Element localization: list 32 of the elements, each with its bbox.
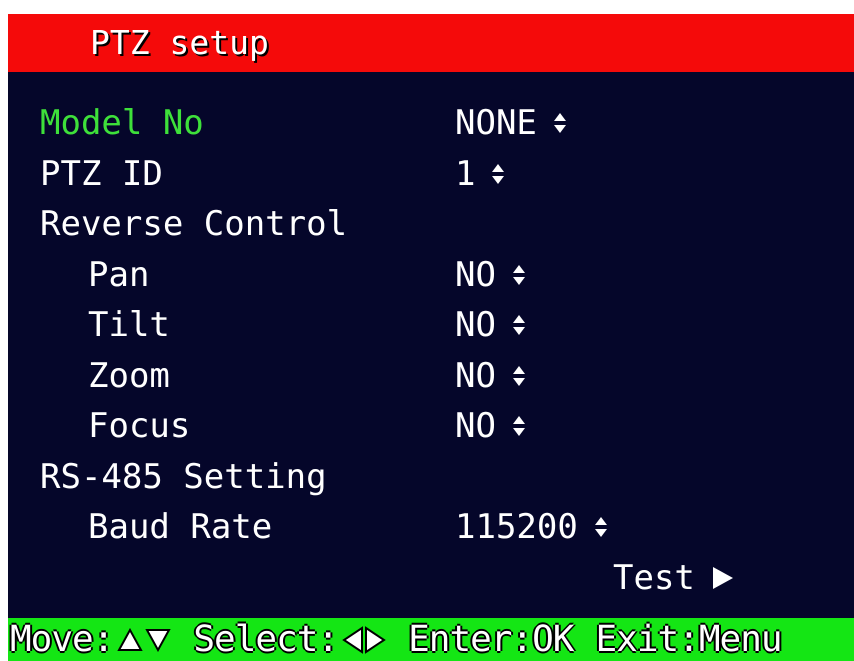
up-down-arrows-icon xyxy=(594,517,608,538)
up-down-arrows-icon xyxy=(512,264,526,285)
play-arrow-icon xyxy=(712,566,733,589)
setting-label: Zoom xyxy=(88,358,171,393)
up-down-arrows-icon xyxy=(491,164,506,184)
help-text: Exit:Menu xyxy=(595,622,782,658)
setting-value[interactable]: 1 xyxy=(455,156,476,191)
help-text: Move: xyxy=(10,622,114,658)
menu-title: PTZ setup xyxy=(90,22,269,64)
help-text: Select: xyxy=(193,622,338,658)
setting-label: Baud Rate xyxy=(88,510,274,544)
up-down-arrows-icon xyxy=(512,315,526,336)
setting-value[interactable]: NO xyxy=(455,258,496,292)
setting-label: Tilt xyxy=(88,308,171,342)
test-label[interactable]: Test xyxy=(613,560,695,595)
up-down-triangles-icon xyxy=(117,628,172,652)
setting-value[interactable]: NO xyxy=(455,308,496,342)
setting-label: PTZ ID xyxy=(40,156,164,191)
section-label: RS-485 Setting xyxy=(40,460,327,494)
help-text: Enter:OK xyxy=(408,622,574,658)
setting-value[interactable]: 115200 xyxy=(455,510,578,544)
section-label: Reverse Control xyxy=(40,207,348,242)
left-right-triangles-icon xyxy=(342,626,386,654)
up-down-arrows-icon xyxy=(512,366,526,386)
setting-value[interactable]: NONE xyxy=(455,106,537,140)
setting-value[interactable]: NO xyxy=(455,409,496,444)
up-down-arrows-icon xyxy=(552,113,567,134)
setting-label: Focus xyxy=(88,409,192,444)
setting-value[interactable]: NO xyxy=(455,358,496,393)
setting-label: Model No xyxy=(40,106,205,140)
setting-label: Pan xyxy=(88,258,150,292)
up-down-arrows-icon xyxy=(512,416,526,436)
